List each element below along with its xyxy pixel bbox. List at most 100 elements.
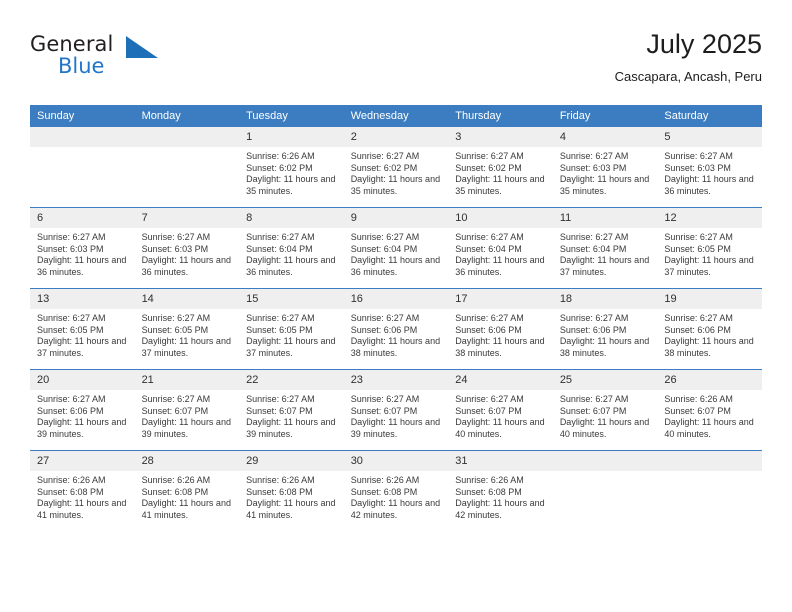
calendar-cell-empty xyxy=(657,450,762,531)
daylight-text: Daylight: 11 hours and 35 minutes. xyxy=(455,174,545,196)
calendar-day-cell[interactable]: 20 Sunrise: 6:27 AM Sunset: 6:06 PM Dayligh… xyxy=(30,369,135,451)
daylight-text: Daylight: 11 hours and 36 minutes. xyxy=(455,255,545,277)
daylight-text: Daylight: 11 hours and 37 minutes. xyxy=(664,255,754,277)
calendar-day-cell[interactable]: 24 Sunrise: 6:27 AM Sunset: 6:07 PM Dayligh… xyxy=(448,369,553,451)
day-sun-info: Sunrise: 6:26 AM Sunset: 6:08 PM Daylight:… xyxy=(239,471,344,521)
daylight-text: Daylight: 11 hours and 41 minutes. xyxy=(37,498,127,520)
day-number: 3 xyxy=(448,127,553,147)
day-number: 12 xyxy=(657,208,762,228)
sunrise-text: Sunrise: 6:27 AM xyxy=(37,313,106,323)
day-sun-info: Sunrise: 6:27 AM Sunset: 6:03 PM Daylight:… xyxy=(657,147,762,197)
calendar-day-cell[interactable]: 25 Sunrise: 6:27 AM Sunset: 6:07 PM Dayligh… xyxy=(552,369,658,451)
sunset-text: Sunset: 6:04 PM xyxy=(559,243,627,254)
sunset-text: Sunset: 6:05 PM xyxy=(141,324,209,335)
sunset-text: Sunset: 6:04 PM xyxy=(350,243,418,254)
daylight-text: Daylight: 11 hours and 37 minutes. xyxy=(141,336,231,358)
calendar-cell-empty xyxy=(552,450,658,531)
daylight-text: Daylight: 11 hours and 38 minutes. xyxy=(350,336,441,358)
sunset-text: Sunset: 6:07 PM xyxy=(559,405,627,416)
day-number: 1 xyxy=(239,127,344,147)
weekday-header-monday: Monday xyxy=(134,105,240,127)
daylight-text: Daylight: 11 hours and 37 minutes. xyxy=(246,336,336,358)
sunset-text: Sunset: 6:06 PM xyxy=(350,324,418,335)
day-number: 5 xyxy=(657,127,762,147)
calendar-day-cell[interactable]: 8 Sunrise: 6:27 AM Sunset: 6:04 PM Daylight… xyxy=(239,207,344,289)
daylight-text: Daylight: 11 hours and 39 minutes. xyxy=(246,417,336,439)
daylight-text: Daylight: 11 hours and 42 minutes. xyxy=(455,498,545,520)
sunrise-text: Sunrise: 6:27 AM xyxy=(37,232,106,242)
day-sun-info: Sunrise: 6:27 AM Sunset: 6:03 PM Daylight:… xyxy=(553,147,658,197)
calendar-day-cell[interactable]: 18 Sunrise: 6:27 AM Sunset: 6:06 PM Dayligh… xyxy=(552,288,658,370)
daylight-text: Daylight: 11 hours and 41 minutes. xyxy=(141,498,231,520)
day-number: 8 xyxy=(239,208,344,228)
sunset-text: Sunset: 6:05 PM xyxy=(664,243,731,254)
calendar-day-cell[interactable]: 30 Sunrise: 6:26 AM Sunset: 6:08 PM Dayligh… xyxy=(343,450,449,531)
weekday-header-friday: Friday xyxy=(552,105,658,127)
day-sun-info: Sunrise: 6:26 AM Sunset: 6:08 PM Daylight:… xyxy=(448,471,553,521)
day-sun-info: Sunrise: 6:27 AM Sunset: 6:07 PM Daylight:… xyxy=(239,390,344,440)
day-number: 27 xyxy=(30,451,135,471)
calendar-day-cell[interactable]: 28 Sunrise: 6:26 AM Sunset: 6:08 PM Dayligh… xyxy=(134,450,240,531)
day-sun-info: Sunrise: 6:26 AM Sunset: 6:08 PM Daylight:… xyxy=(344,471,449,521)
sunrise-text: Sunrise: 6:27 AM xyxy=(664,313,733,323)
calendar-day-cell[interactable]: 27 Sunrise: 6:26 AM Sunset: 6:08 PM Dayligh… xyxy=(30,450,135,531)
calendar-day-cell[interactable]: 31 Sunrise: 6:26 AM Sunset: 6:08 PM Dayligh… xyxy=(448,450,553,531)
daylight-text: Daylight: 11 hours and 35 minutes. xyxy=(559,174,650,196)
page-title: July 2025 xyxy=(646,29,762,59)
day-number: 13 xyxy=(30,289,135,309)
day-sun-info: Sunrise: 6:27 AM Sunset: 6:02 PM Daylight:… xyxy=(344,147,449,197)
calendar-day-cell[interactable]: 23 Sunrise: 6:27 AM Sunset: 6:07 PM Dayligh… xyxy=(343,369,449,451)
sunset-text: Sunset: 6:07 PM xyxy=(246,405,313,416)
day-sun-info: Sunrise: 6:27 AM Sunset: 6:06 PM Daylight:… xyxy=(657,309,762,359)
daylight-text: Daylight: 11 hours and 40 minutes. xyxy=(455,417,545,439)
day-sun-info: Sunrise: 6:27 AM Sunset: 6:03 PM Daylight:… xyxy=(30,228,135,278)
sunrise-text: Sunrise: 6:26 AM xyxy=(246,475,315,485)
page-subtitle: Cascapara, Ancash, Peru xyxy=(614,69,762,84)
calendar-day-cell[interactable]: 13 Sunrise: 6:27 AM Sunset: 6:05 PM Dayligh… xyxy=(30,288,135,370)
calendar-day-cell[interactable]: 12 Sunrise: 6:27 AM Sunset: 6:05 PM Dayligh… xyxy=(657,207,762,289)
calendar-day-cell[interactable]: 29 Sunrise: 6:26 AM Sunset: 6:08 PM Dayligh… xyxy=(239,450,344,531)
daylight-text: Daylight: 11 hours and 39 minutes. xyxy=(350,417,441,439)
calendar-day-cell[interactable]: 4 Sunrise: 6:27 AM Sunset: 6:03 PM Daylight… xyxy=(552,127,658,208)
day-number: 28 xyxy=(134,451,240,471)
calendar-day-cell[interactable]: 11 Sunrise: 6:27 AM Sunset: 6:04 PM Dayligh… xyxy=(552,207,658,289)
calendar-day-cell[interactable]: 21 Sunrise: 6:27 AM Sunset: 6:07 PM Dayligh… xyxy=(134,369,240,451)
calendar-day-cell[interactable]: 16 Sunrise: 6:27 AM Sunset: 6:06 PM Dayligh… xyxy=(343,288,449,370)
calendar-day-cell[interactable]: 1 Sunrise: 6:26 AM Sunset: 6:02 PM Daylight… xyxy=(239,127,344,208)
calendar-day-cell[interactable]: 14 Sunrise: 6:27 AM Sunset: 6:05 PM Dayligh… xyxy=(134,288,240,370)
sunrise-text: Sunrise: 6:27 AM xyxy=(350,232,420,242)
calendar-day-cell[interactable]: 3 Sunrise: 6:27 AM Sunset: 6:02 PM Daylight… xyxy=(448,127,553,208)
calendar-table: Sunday Monday Tuesday Wednesday Thursday… xyxy=(30,105,762,531)
calendar-day-cell[interactable]: 26 Sunrise: 6:26 AM Sunset: 6:07 PM Dayligh… xyxy=(657,369,762,451)
calendar-day-cell[interactable]: 22 Sunrise: 6:27 AM Sunset: 6:07 PM Dayligh… xyxy=(239,369,344,451)
day-number: 19 xyxy=(657,289,762,309)
calendar-day-cell[interactable]: 15 Sunrise: 6:27 AM Sunset: 6:05 PM Dayligh… xyxy=(239,288,344,370)
day-number: 10 xyxy=(448,208,553,228)
sunrise-text: Sunrise: 6:27 AM xyxy=(455,151,524,161)
sunrise-text: Sunrise: 6:27 AM xyxy=(246,313,315,323)
day-number xyxy=(134,127,240,147)
day-number: 31 xyxy=(448,451,553,471)
calendar-day-cell[interactable]: 5 Sunrise: 6:27 AM Sunset: 6:03 PM Daylight… xyxy=(657,127,762,208)
sunset-text: Sunset: 6:02 PM xyxy=(350,162,418,173)
brand-name-blue: Blue xyxy=(58,54,105,78)
sunrise-text: Sunrise: 6:27 AM xyxy=(141,232,211,242)
sunrise-text: Sunrise: 6:26 AM xyxy=(246,151,315,161)
sunset-text: Sunset: 6:04 PM xyxy=(246,243,313,254)
calendar-day-cell[interactable]: 2 Sunrise: 6:27 AM Sunset: 6:02 PM Daylight… xyxy=(343,127,449,208)
calendar-day-cell[interactable]: 10 Sunrise: 6:27 AM Sunset: 6:04 PM Dayligh… xyxy=(448,207,553,289)
calendar-day-cell[interactable]: 19 Sunrise: 6:27 AM Sunset: 6:06 PM Dayligh… xyxy=(657,288,762,370)
calendar-body: 1 Sunrise: 6:26 AM Sunset: 6:02 PM Daylight… xyxy=(30,127,762,531)
day-number: 14 xyxy=(134,289,240,309)
calendar-day-cell[interactable]: 17 Sunrise: 6:27 AM Sunset: 6:06 PM Dayligh… xyxy=(448,288,553,370)
brand-logo[interactable]: General Blue xyxy=(30,32,160,84)
day-sun-info: Sunrise: 6:27 AM Sunset: 6:04 PM Daylight:… xyxy=(239,228,344,278)
daylight-text: Daylight: 11 hours and 36 minutes. xyxy=(141,255,231,277)
daylight-text: Daylight: 11 hours and 36 minutes. xyxy=(664,174,754,196)
calendar-day-cell[interactable]: 7 Sunrise: 6:27 AM Sunset: 6:03 PM Daylight… xyxy=(134,207,240,289)
day-number: 15 xyxy=(239,289,344,309)
sunset-text: Sunset: 6:06 PM xyxy=(559,324,627,335)
calendar-day-cell[interactable]: 9 Sunrise: 6:27 AM Sunset: 6:04 PM Daylight… xyxy=(343,207,449,289)
calendar-day-cell[interactable]: 6 Sunrise: 6:27 AM Sunset: 6:03 PM Daylight… xyxy=(30,207,135,289)
sunset-text: Sunset: 6:06 PM xyxy=(455,324,522,335)
